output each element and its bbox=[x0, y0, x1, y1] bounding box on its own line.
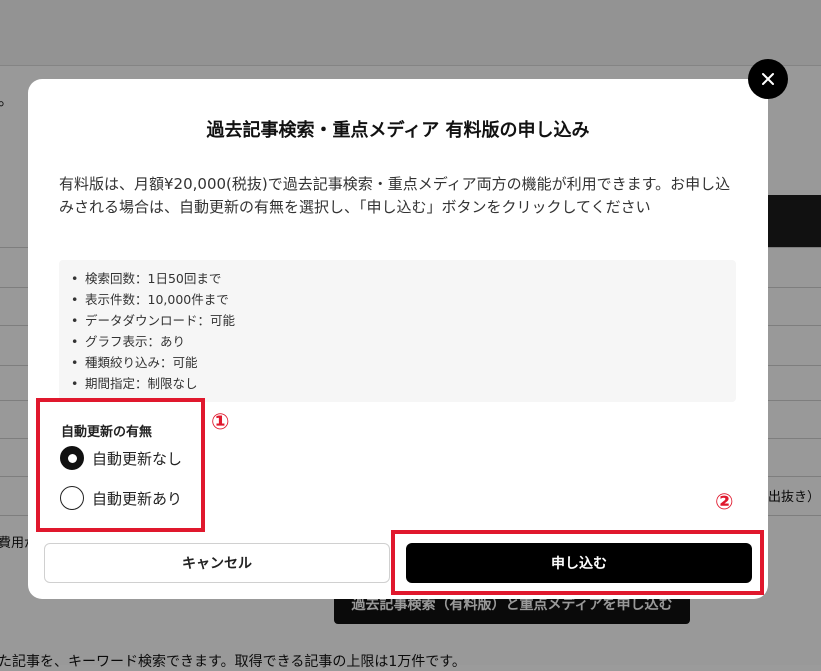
cancel-button[interactable]: キャンセル bbox=[44, 543, 390, 583]
feature-item: 表示件数：10,000件まで bbox=[71, 289, 736, 310]
annotation-number-2: ② bbox=[715, 490, 734, 515]
feature-item: データダウンロード：可能 bbox=[71, 310, 736, 331]
close-button[interactable] bbox=[748, 59, 788, 99]
feature-item: 種類絞り込み：可能 bbox=[71, 352, 736, 373]
annotation-number-1: ① bbox=[211, 410, 230, 435]
feature-item: グラフ表示：あり bbox=[71, 331, 736, 352]
annotation-box-2 bbox=[391, 530, 764, 595]
close-icon bbox=[762, 73, 774, 85]
feature-list: 検索回数：1日50回まで 表示件数：10,000件まで データダウンロード：可能… bbox=[71, 268, 736, 394]
annotation-box-1 bbox=[36, 398, 205, 532]
feature-item: 検索回数：1日50回まで bbox=[71, 268, 736, 289]
feature-item: 期間指定：制限なし bbox=[71, 373, 736, 394]
feature-list-box: 検索回数：1日50回まで 表示件数：10,000件まで データダウンロード：可能… bbox=[59, 260, 736, 402]
modal-title: 過去記事検索・重点メディア 有料版の申し込み bbox=[206, 120, 590, 141]
modal-description: 有料版は、月額¥20,000(税抜)で過去記事検索・重点メディア両方の機能が利用… bbox=[59, 175, 731, 216]
